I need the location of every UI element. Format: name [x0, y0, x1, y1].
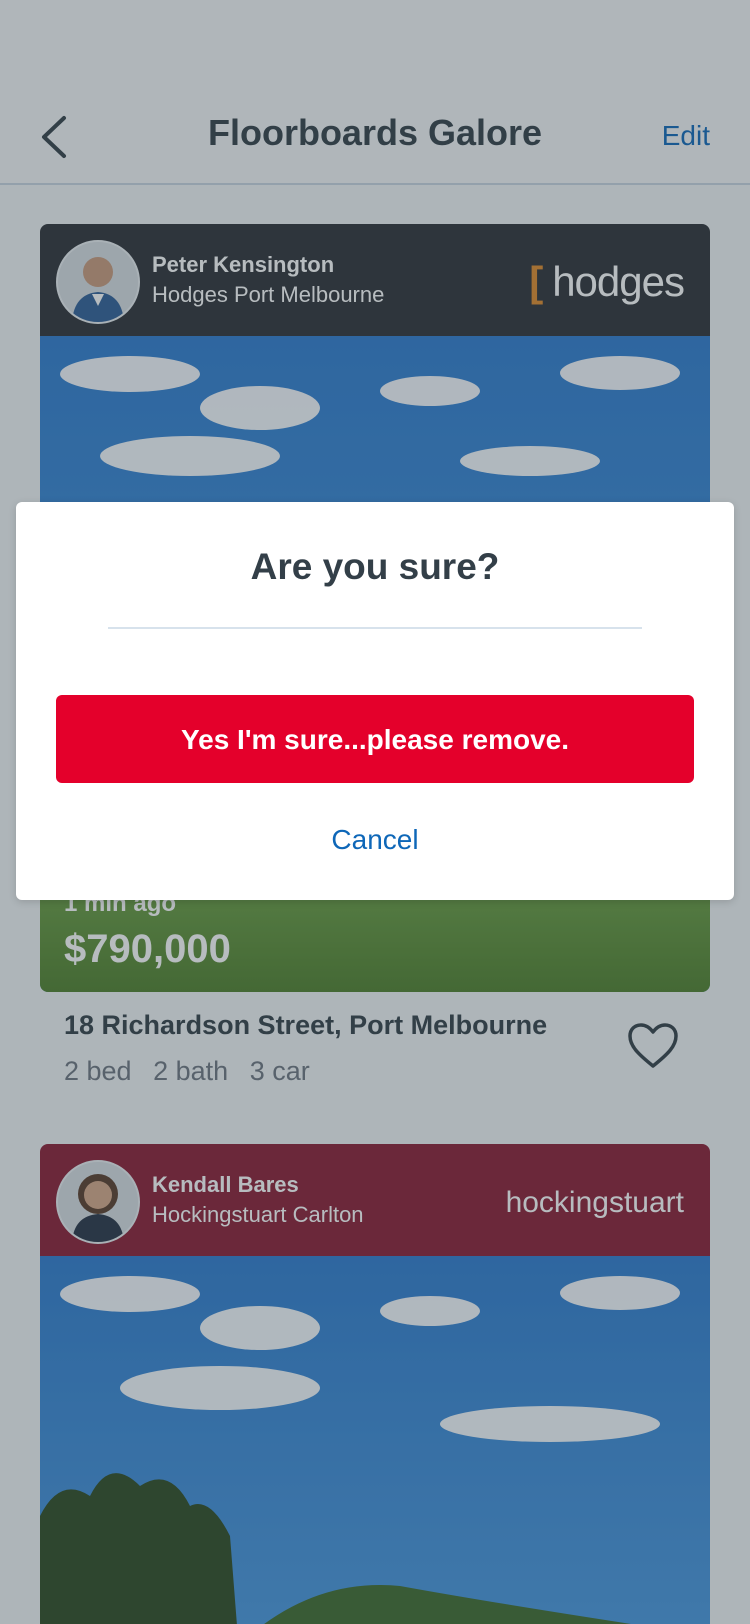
screen: Floorboards Galore Edit Peter Kensington…: [0, 0, 750, 1624]
dialog-title: Are you sure?: [250, 546, 500, 587]
confirm-remove-button[interactable]: Yes I'm sure...please remove.: [56, 695, 694, 783]
dialog-divider: [108, 627, 642, 629]
cancel-button[interactable]: Cancel: [16, 824, 734, 856]
confirm-dialog: Are you sure? Yes I'm sure...please remo…: [16, 502, 734, 900]
